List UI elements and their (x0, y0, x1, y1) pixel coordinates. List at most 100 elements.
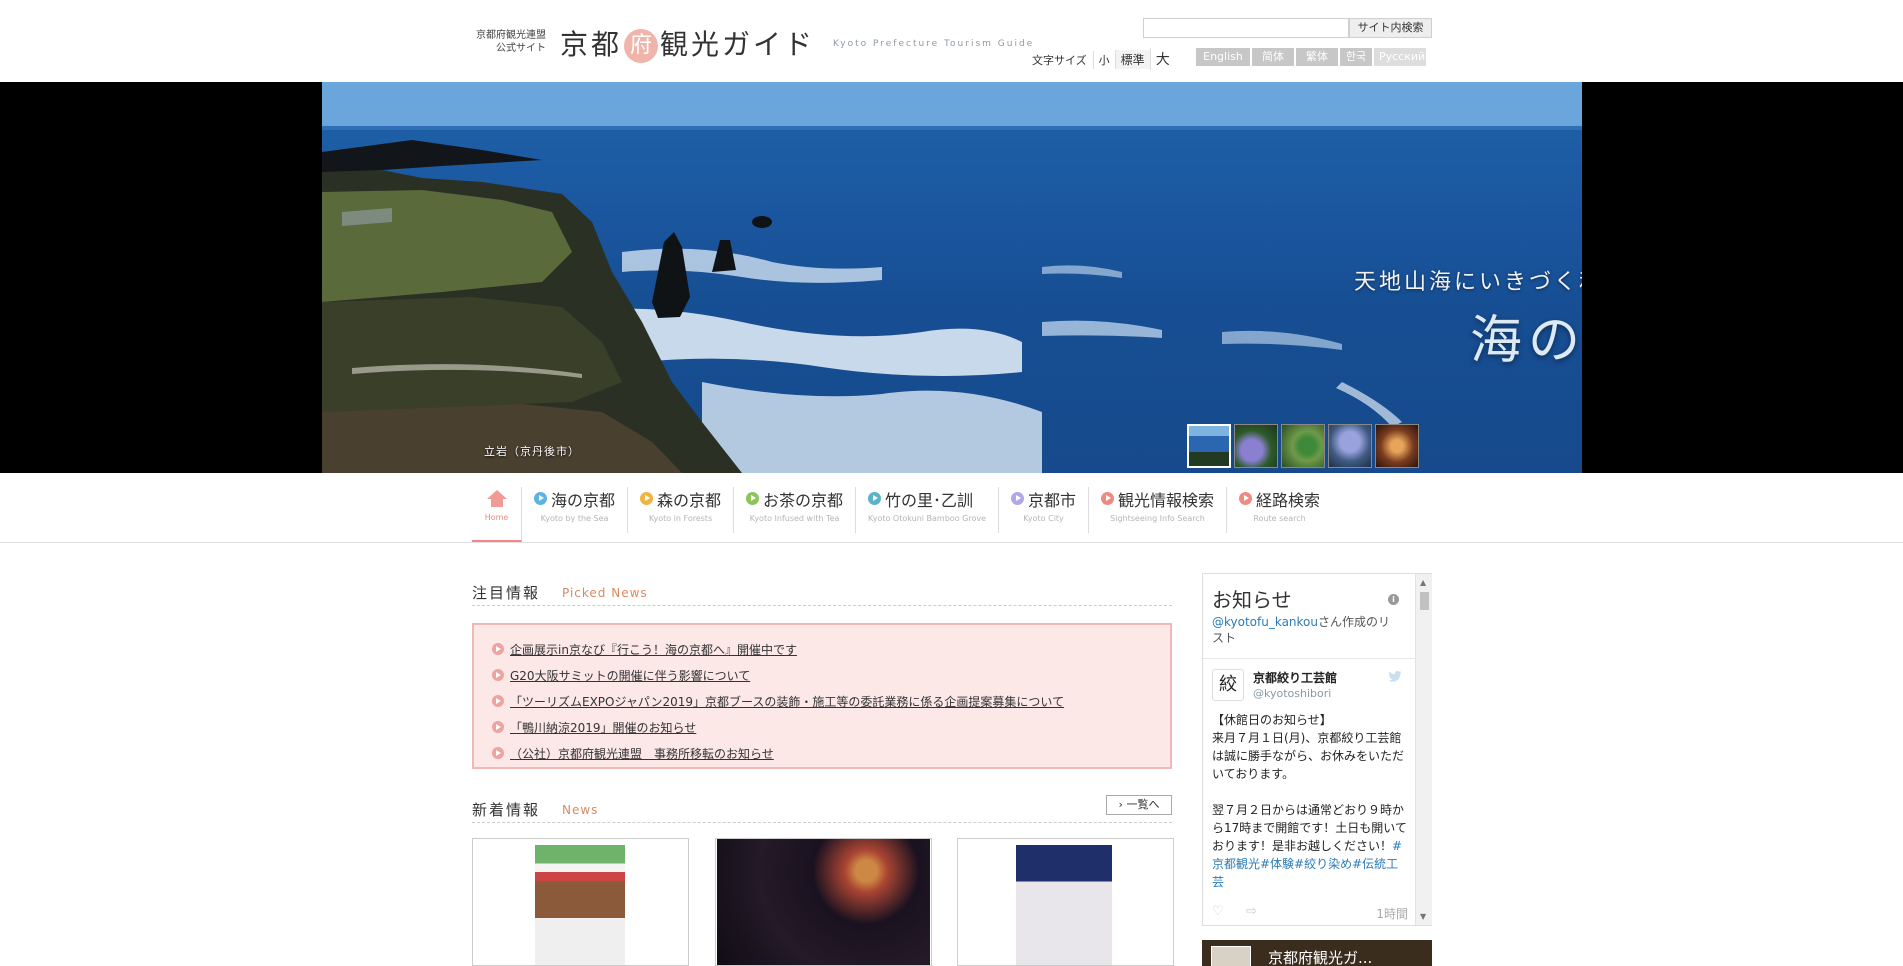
share-icon[interactable]: ⇨ (1246, 904, 1257, 919)
nav-home[interactable]: Home (472, 487, 522, 542)
news-card[interactable] (472, 838, 689, 966)
list-item: （公社）京都府観光連盟 事務所移転のお知らせ (492, 741, 1170, 767)
org-line1: 京都府観光連盟 (476, 30, 546, 41)
global-nav: Home 海の京都 Kyoto by the Sea 森の京都 Kyoto in… (472, 487, 1332, 542)
play-circle-icon (1011, 492, 1024, 505)
hero-thumbnail-tea[interactable] (1281, 424, 1325, 468)
nav-item-label: 経路検索 (1256, 491, 1321, 510)
picked-news-subtitle: Picked News (562, 586, 648, 600)
nav-item-bamboo[interactable]: 竹の里･乙訓 Kyoto Otokuni Bamboo Grove (856, 487, 999, 533)
nav-item-sublabel: Route search (1253, 514, 1306, 523)
play-circle-icon (1101, 492, 1115, 505)
list-item: G20大阪サミットの開催に伴う影響について (492, 663, 1170, 689)
tweet-author-handle[interactable]: @kyotoshibori (1253, 687, 1331, 700)
tweet-author-name[interactable]: 京都絞り工芸館 (1253, 669, 1337, 686)
news-card[interactable] (957, 838, 1174, 966)
scrollbar-thumb[interactable] (1420, 592, 1429, 610)
twitter-bird-icon[interactable] (1388, 671, 1402, 682)
picked-news-list: 企画展示in京なび『行こう！海の京都へ』開催中です G20大阪サミットの開催に伴… (474, 625, 1170, 767)
list-item: 企画展示in京なび『行こう！海の京都へ』開催中です (492, 637, 1170, 663)
site-header: 京都府観光連盟 公式サイト 京都府観光ガイド Kyoto Prefecture … (0, 0, 1903, 82)
picked-news-link[interactable]: 「鴨川納涼2019」開催のお知らせ (510, 721, 696, 735)
play-circle-icon (534, 492, 547, 505)
hero-tagline: 天地山海にいきづく和の源流 (1354, 264, 1582, 296)
nav-item-sublabel: Kyoto City (1023, 514, 1064, 523)
play-circle-icon (1239, 492, 1253, 505)
news-title: 新着情報 (472, 801, 541, 819)
play-circle-icon (640, 492, 654, 505)
tweet-actions: ♡ ⇨ 1時間 (1212, 904, 1408, 922)
font-size-large-button[interactable]: 大 (1149, 48, 1175, 70)
news-more-label: 一覧へ (1126, 798, 1160, 811)
tweet-timestamp[interactable]: 1時間 (1376, 905, 1408, 922)
site-search-button[interactable]: サイト内検索 (1349, 18, 1432, 38)
hero-thumbnail-forest[interactable] (1234, 424, 1278, 468)
picked-news-link[interactable]: G20大阪サミットの開催に伴う影響について (510, 669, 750, 683)
hero-tagline-text: 天地山海にいきづく和の源流 (1354, 270, 1582, 295)
lang-russian-button[interactable]: Русский (1374, 48, 1426, 66)
font-size-normal-button[interactable]: 標準 (1114, 50, 1150, 69)
tweet-text: 【休館日のお知らせ】 来月７月１日(月)、京都絞り工芸館は誠に勝手ながら、お休み… (1212, 711, 1408, 891)
avatar[interactable]: 絞 (1212, 669, 1244, 701)
font-size-switcher: 文字サイズ小標準大 (1032, 48, 1175, 70)
twitter-widget: お知らせ i @kyotofu_kankouさん作成のリスト 絞 京都絞り工芸館… (1202, 573, 1432, 926)
play-circle-icon (492, 695, 504, 707)
font-size-label: 文字サイズ (1032, 54, 1087, 67)
logo-text-post: 観光ガイド (660, 28, 816, 61)
nav-item-label: 森の京都 (657, 491, 722, 510)
twitter-scrollbar[interactable]: ▲ ▼ (1415, 574, 1432, 925)
news-card[interactable] (715, 838, 932, 966)
nav-item-tea[interactable]: お茶の京都 Kyoto Infused with Tea (734, 487, 857, 533)
facebook-banner[interactable]: 京都府観光ガ... (1202, 940, 1432, 966)
news-heading: 新着情報 News (472, 793, 1172, 823)
site-search-input[interactable] (1143, 18, 1349, 38)
news-card-image (717, 839, 930, 965)
twitter-list-owner-link[interactable]: @kyotofu_kankou (1212, 615, 1318, 629)
nav-item-sightseeing-search[interactable]: 観光情報検索 Sightseeing Info Search (1089, 487, 1228, 533)
lang-traditional-chinese-button[interactable]: 繁体字 (1296, 48, 1338, 81)
info-icon[interactable]: i (1388, 594, 1399, 605)
hero-headline-text: 海の京都 (1470, 311, 1582, 371)
scroll-down-icon[interactable]: ▼ (1420, 912, 1426, 921)
nav-item-sublabel: Kyoto in Forests (648, 514, 713, 523)
list-item: 「鴨川納涼2019」開催のお知らせ (492, 715, 1170, 741)
picked-news-link[interactable]: 「ツーリズムEXPOジャパン2019」京都ブースの装飾・施工等の委託業務に係る企… (510, 695, 1064, 709)
play-circle-icon (492, 747, 504, 759)
hero-banner[interactable]: 天地山海にいきづく和の源流 海の京都› (322, 82, 1582, 473)
list-item: 「ツーリズムEXPOジャパン2019」京都ブースの装飾・施工等の委託業務に係る企… (492, 689, 1170, 715)
logo-text-pre: 京都 (560, 28, 623, 61)
nav-item-kyoto-city[interactable]: 京都市 Kyoto City (999, 487, 1090, 533)
org-label: 京都府観光連盟 公式サイト (470, 29, 546, 55)
picked-news-link[interactable]: （公社）京都府観光連盟 事務所移転のお知らせ (510, 747, 774, 761)
heart-icon[interactable]: ♡ (1212, 904, 1224, 919)
twitter-list-owner: @kyotofu_kankouさん作成のリスト (1212, 614, 1392, 646)
news-more-button[interactable]: › 一覧へ (1106, 795, 1172, 815)
hero-thumbnail-bamboo[interactable] (1328, 424, 1372, 468)
nav-item-label: 京都市 (1028, 491, 1077, 510)
nav-divider (0, 542, 1903, 543)
lang-korean-button[interactable]: 한국 (1340, 48, 1372, 66)
nav-item-sublabel: Kyoto Infused with Tea (749, 514, 840, 523)
hero-headline-link[interactable]: 海の京都› (1470, 298, 1582, 373)
hero-thumbnail-sea[interactable] (1187, 424, 1231, 468)
lang-simplified-chinese-button[interactable]: 简体字 (1252, 48, 1294, 81)
font-size-small-button[interactable]: 小 (1092, 51, 1115, 69)
twitter-widget-title: お知らせ (1212, 588, 1292, 612)
play-circle-icon (492, 669, 504, 681)
hero-thumbnail-city[interactable] (1375, 424, 1419, 468)
hero-thumbnails (1187, 424, 1419, 468)
twitter-divider (1203, 658, 1415, 659)
nav-item-forest[interactable]: 森の京都 Kyoto in Forests (628, 487, 735, 533)
logo-fu-circle: 府 (624, 29, 659, 63)
lang-english-button[interactable]: English (1196, 48, 1250, 66)
nav-item-route-search[interactable]: 経路検索 Route search (1227, 487, 1332, 533)
play-circle-icon (492, 643, 504, 655)
picked-news-link[interactable]: 企画展示in京なび『行こう！海の京都へ』開催中です (510, 643, 797, 657)
play-circle-icon (492, 721, 504, 733)
facebook-banner-title: 京都府観光ガ... (1268, 949, 1373, 966)
site-logo[interactable]: 京都府観光ガイド (560, 23, 815, 63)
facebook-banner-image (1211, 946, 1251, 966)
scroll-up-icon[interactable]: ▲ (1420, 578, 1426, 587)
logo-english: Kyoto Prefecture Tourism Guide (833, 39, 1035, 49)
nav-item-sea[interactable]: 海の京都 Kyoto by the Sea (522, 487, 629, 533)
